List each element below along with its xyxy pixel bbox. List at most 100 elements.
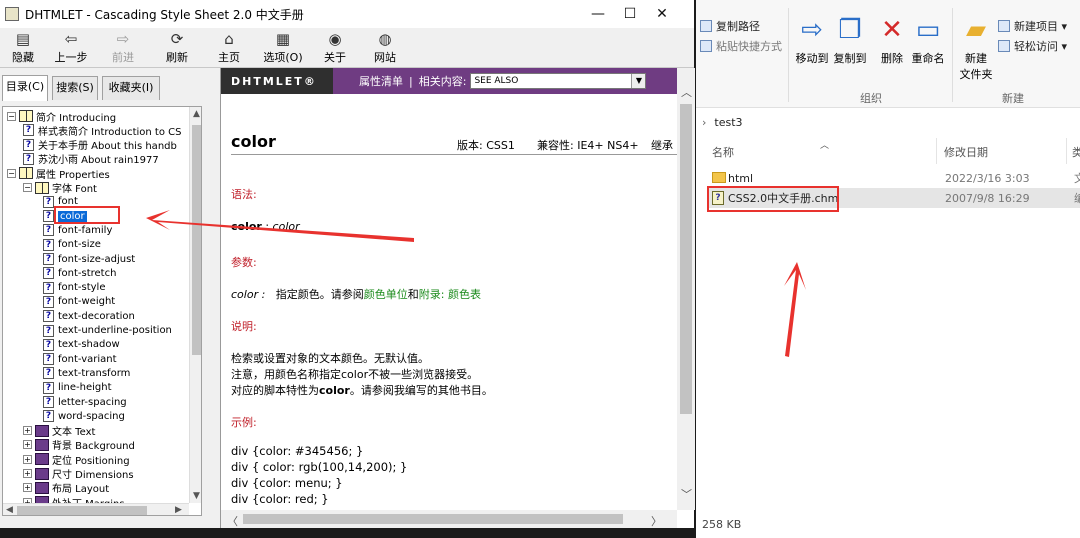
chevron-right-icon[interactable]: 〉 (651, 513, 662, 529)
desc-line-3: 对应的脚本特性为color。请参阅我编写的其他书目。 (231, 382, 493, 398)
tree-item-label: text-underline-position (58, 325, 172, 336)
tree-item[interactable]: ? 苏沈小雨 About rain1977 (23, 152, 159, 166)
tree-item[interactable]: ? font-size (43, 238, 101, 252)
tree-item[interactable]: ? 样式表简介 Introduction to CS (23, 123, 182, 138)
tree-item[interactable]: ? word-spacing (43, 409, 125, 423)
see-also-select[interactable]: SEE ALSO ▼ (470, 73, 647, 89)
tree-item[interactable]: − 简介 Introducing (7, 109, 116, 124)
column-separator[interactable] (1066, 138, 1067, 164)
expand-icon[interactable]: + (23, 454, 32, 464)
appendix-link[interactable]: 附录: (419, 288, 445, 301)
tree-item[interactable]: + 背景 Background (23, 438, 135, 452)
toolbar-button-6[interactable]: ◉ 关于 (312, 30, 358, 66)
tree-item[interactable]: ? font-size-adjust (43, 252, 135, 266)
tree-item-label: 样式表简介 Introduction to CS (38, 126, 182, 138)
tree-item[interactable]: ? font-weight (43, 295, 115, 309)
column-name[interactable]: 名称 (712, 144, 734, 160)
tree-item[interactable]: ? text-transform (43, 366, 130, 380)
tree-item[interactable]: ? letter-spacing (43, 395, 127, 409)
tree-item[interactable]: ? text-underline-position (43, 324, 172, 338)
address-bar[interactable]: › test3 (696, 110, 1080, 134)
tree-item-label: font-weight (58, 296, 116, 308)
maximize-button[interactable]: ☐ (614, 0, 646, 28)
expand-icon[interactable]: + (23, 440, 32, 450)
tree-item[interactable]: ? text-shadow (43, 338, 120, 352)
tree-item-label: 背景 Background (52, 441, 135, 453)
toolbar-button-7[interactable]: ◍ 网站 (362, 30, 408, 66)
expand-icon[interactable]: + (23, 483, 32, 493)
chm-title-bar[interactable]: DHTMLET - Cascading Style Sheet 2.0 中文手册… (0, 0, 694, 28)
toolbar-button-0[interactable]: ▤ 隐藏 (0, 30, 46, 66)
expand-icon[interactable]: + (23, 469, 32, 478)
paste-shortcut-button[interactable]: 粘贴快捷方式 (700, 38, 782, 54)
tree-scroll-thumb[interactable] (192, 125, 201, 355)
tree-item[interactable]: ? font-style (43, 281, 106, 295)
open-book-icon (35, 181, 49, 194)
tree-item-label: font-size (58, 239, 101, 251)
tree-item[interactable]: ? font-stretch (43, 266, 116, 280)
close-button[interactable]: ✕ (646, 0, 678, 28)
help-page-icon: ? (23, 124, 34, 137)
minimize-button[interactable]: — (582, 0, 614, 28)
copy-path-label: 复制路径 (716, 20, 760, 33)
chevron-up-icon[interactable]: ︿ (681, 84, 692, 100)
tree-item[interactable]: ? 关于本手册 About this handb (23, 138, 177, 152)
tab-search[interactable]: 搜索(S) (52, 76, 98, 100)
tree-item[interactable]: ? line-height (43, 381, 112, 395)
content-hscroll-thumb[interactable] (243, 514, 623, 524)
easy-access-button[interactable]: 轻松访问 ▾ (998, 38, 1067, 54)
toolbar-label: 主页 (218, 51, 240, 64)
tree-horizontal-scrollbar[interactable]: ◀ ▶ (3, 503, 189, 515)
scroll-right-icon[interactable]: ▶ (175, 505, 182, 515)
tab-favorites[interactable]: 收藏夹(I) (102, 76, 160, 100)
toolbar-button-3[interactable]: ⟳ 刷新 (154, 30, 200, 66)
toolbar-button-5[interactable]: ▦ 选项(O) (260, 30, 306, 66)
tree-item[interactable]: ? font-variant (43, 352, 117, 366)
chevron-left-icon[interactable]: 〈 (227, 513, 238, 529)
copy-to-button[interactable]: ❐ 复制到 (828, 14, 872, 66)
tree-vertical-scrollbar[interactable]: ▲ ▼ (189, 107, 201, 503)
tree-item[interactable]: + 定位 Positioning (23, 452, 130, 467)
rename-button[interactable]: ▭ 重命名 (906, 14, 950, 66)
new-item-button[interactable]: 新建项目 ▾ (998, 18, 1067, 34)
help-page-icon: ? (23, 138, 34, 151)
content-horizontal-scrollbar[interactable]: 〈 〉 (221, 510, 677, 528)
tree-item[interactable]: + 尺寸 Dimensions (23, 467, 134, 481)
content-vertical-scrollbar[interactable]: ︿ ﹀ (677, 68, 695, 510)
file-row[interactable]: html 2022/3/16 3:03 文 (708, 168, 1080, 188)
tree-item[interactable]: + 文本 Text (23, 424, 95, 438)
copy-to-label: 复制到 (833, 52, 867, 65)
toolbar-button-2[interactable]: ⇨ 前进 (100, 30, 146, 66)
new-folder-label-1: 新建 (965, 52, 987, 65)
column-extra[interactable]: 类 (1072, 144, 1080, 160)
chevron-right-icon[interactable]: › (702, 116, 706, 129)
tree-item[interactable]: − 字体 Font (23, 181, 97, 195)
new-folder-button[interactable]: ▰ 新建 文件夹 (954, 14, 998, 82)
help-page-icon: ? (43, 281, 54, 294)
content-scroll-thumb[interactable] (680, 104, 692, 414)
toolbar-button-1[interactable]: ⇦ 上一步 (48, 30, 94, 66)
scroll-down-icon[interactable]: ▼ (193, 491, 200, 501)
desc3-a: 对应的脚本特性为 (231, 384, 319, 397)
collapse-icon[interactable]: − (7, 168, 16, 178)
expand-icon[interactable]: + (23, 426, 32, 436)
toolbar-button-4[interactable]: ⌂ 主页 (206, 30, 252, 66)
tree-item[interactable]: ? text-decoration (43, 309, 135, 323)
copy-path-button[interactable]: 复制路径 (700, 18, 760, 34)
color-table-link[interactable]: 颜色表 (448, 288, 481, 301)
scroll-up-icon[interactable]: ▲ (193, 109, 200, 119)
tree-item[interactable]: ? font-family (43, 223, 112, 237)
chevron-down-icon[interactable]: ﹀ (681, 486, 692, 502)
scroll-left-icon[interactable]: ◀ (6, 505, 13, 515)
chevron-down-icon[interactable]: ▼ (631, 74, 646, 88)
tree-hscroll-thumb[interactable] (17, 506, 147, 515)
tree-item[interactable]: − 属性 Properties (7, 166, 110, 181)
column-separator[interactable] (936, 138, 937, 164)
column-modified[interactable]: 修改日期 (944, 144, 988, 160)
collapse-icon[interactable]: − (23, 183, 32, 192)
property-list-link[interactable]: 属性清单 (359, 73, 403, 89)
color-unit-link[interactable]: 颜色单位 (364, 288, 408, 301)
tree-item[interactable]: + 布局 Layout (23, 481, 109, 495)
tab-contents[interactable]: 目录(C) (2, 75, 48, 101)
collapse-icon[interactable]: − (7, 111, 16, 121)
